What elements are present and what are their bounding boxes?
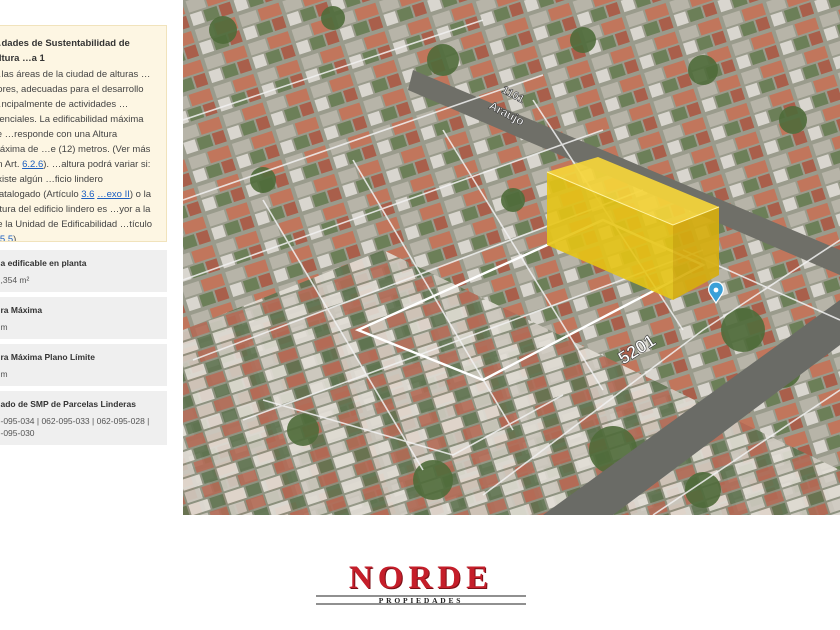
logo-brand: NORDE (348, 560, 494, 596)
link-art-3-6[interactable]: 3.6 (81, 189, 94, 200)
info-panel: …dades de Sustentabilidad de Altura …a 1… (0, 0, 168, 515)
stat-label: …ra Máxima Plano Límite (0, 352, 95, 362)
stat-value: …m (0, 322, 8, 332)
map-canvas[interactable]: Araujo 1101 5201 (183, 0, 840, 515)
stat-value: …,354 m² (0, 275, 30, 285)
logo-tagline: PROPIEDADES (378, 596, 464, 605)
stat-value: …-095-034 | 062-095-033 | 062-095-028 | … (0, 416, 150, 438)
card-body: …las áreas de la ciudad de alturas …nore… (0, 67, 152, 242)
stat-buildable-area: …a edificable en planta …,354 m² (0, 250, 167, 292)
norde-logo: NORDE PROPIEDADES (316, 562, 526, 612)
sustainability-card: …dades de Sustentabilidad de Altura …a 1… (0, 25, 167, 242)
stat-label: …a edificable en planta (0, 258, 87, 268)
link-art-6-5-5[interactable]: 6.5.5 (0, 234, 13, 241)
link-art-6-2-6[interactable]: 6.2.6 (22, 159, 43, 170)
card-title: …dades de Sustentabilidad de Altura …a 1 (0, 38, 130, 64)
card-text: …las áreas de la ciudad de alturas …nore… (0, 69, 151, 170)
stat-label: …ado de SMP de Parcelas Linderas (0, 399, 136, 409)
card-text: ). (13, 234, 19, 242)
map-3d-view[interactable]: Araujo 1101 5201 (183, 0, 840, 515)
stat-adjacent-parcels: …ado de SMP de Parcelas Linderas …-095-0… (0, 391, 167, 445)
stat-max-height: …ra Máxima …m (0, 297, 167, 339)
stat-label: …ra Máxima (0, 305, 43, 315)
stat-max-height-limit: …ra Máxima Plano Límite …m (0, 344, 167, 386)
link-anexo-ii[interactable]: …exo II (97, 189, 130, 200)
stat-value: …m (0, 369, 8, 379)
